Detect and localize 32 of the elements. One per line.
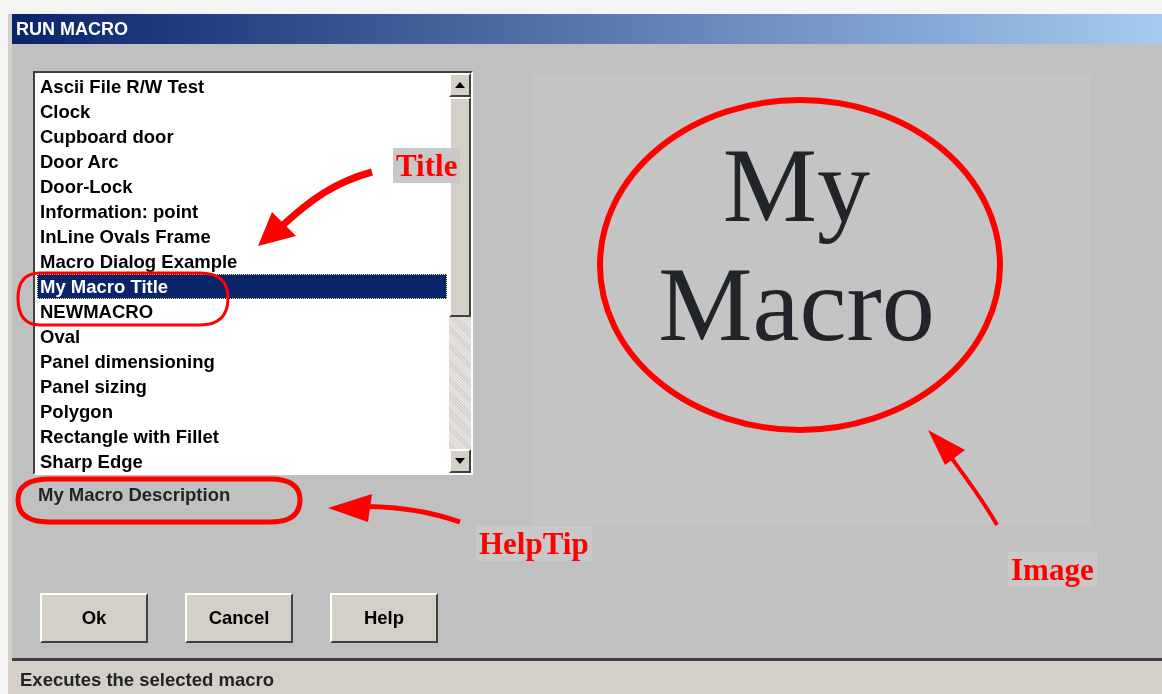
list-item[interactable]: InLine Ovals Frame xyxy=(37,224,211,249)
annotation-label: Title xyxy=(393,148,461,183)
list-item[interactable]: Clock xyxy=(37,99,91,124)
list-item[interactable]: Door-Lock xyxy=(37,174,133,199)
list-item[interactable]: Panel sizing xyxy=(37,374,147,399)
list-item[interactable]: Polygon xyxy=(37,399,113,424)
scroll-up-button[interactable] xyxy=(449,73,471,97)
scroll-down-button[interactable] xyxy=(449,449,471,473)
list-item[interactable]: Rectangle with Fillet xyxy=(37,424,219,449)
list-item[interactable]: Oval xyxy=(37,324,81,349)
list-item[interactable]: Ascii File R/W Test xyxy=(37,74,205,99)
annotation-label: Image xyxy=(1008,552,1097,587)
list-item[interactable]: Cupboard door xyxy=(37,124,174,149)
image-text: Macro xyxy=(658,245,935,365)
list-item[interactable]: NEWMACRO xyxy=(37,299,154,324)
list-item[interactable]: Information: point xyxy=(37,199,199,224)
ok-button[interactable]: Ok xyxy=(40,592,148,643)
down-arrow-icon xyxy=(455,458,465,464)
image-text: My xyxy=(722,127,871,246)
window-title: RUN MACRO xyxy=(12,14,1162,44)
up-arrow-icon xyxy=(455,82,465,88)
macro-description: My Macro Description xyxy=(38,483,231,507)
status-text: Executes the selected macro xyxy=(20,669,274,690)
annotation-label: HelpTip xyxy=(476,526,592,561)
list-item[interactable]: Door Arc xyxy=(37,149,119,174)
help-button[interactable]: Help xyxy=(330,592,438,643)
list-item[interactable]: Panel dimensioning xyxy=(37,349,215,374)
macro-listbox[interactable] xyxy=(33,71,473,475)
list-item[interactable]: Sharp Edge xyxy=(37,449,143,474)
list-item[interactable]: My Macro Title xyxy=(37,274,447,299)
list-item[interactable]: Macro Dialog Example xyxy=(37,249,238,274)
cancel-button[interactable]: Cancel xyxy=(185,592,293,643)
